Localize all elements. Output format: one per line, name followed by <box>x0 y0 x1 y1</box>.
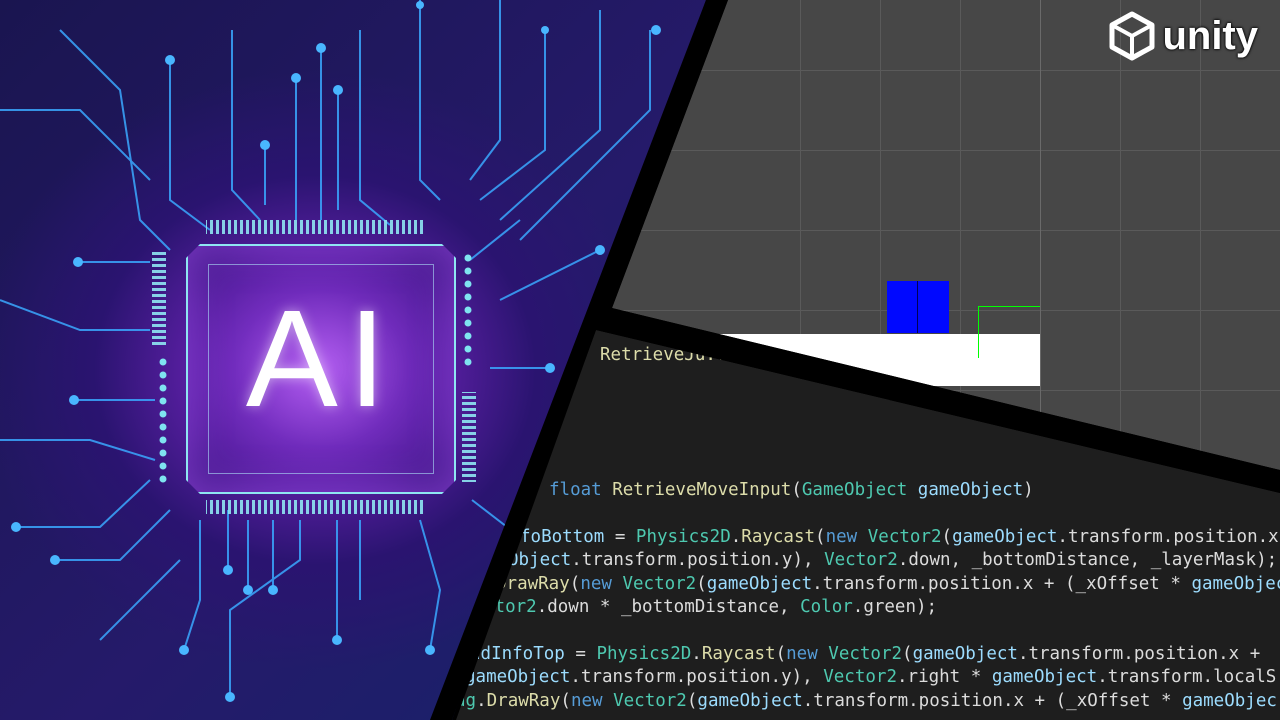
panel-separators <box>430 0 1280 720</box>
unity-logo: unity <box>1108 10 1258 62</box>
unity-cube-icon <box>1109 11 1155 61</box>
unity-wordmark: unity <box>1162 13 1258 58</box>
